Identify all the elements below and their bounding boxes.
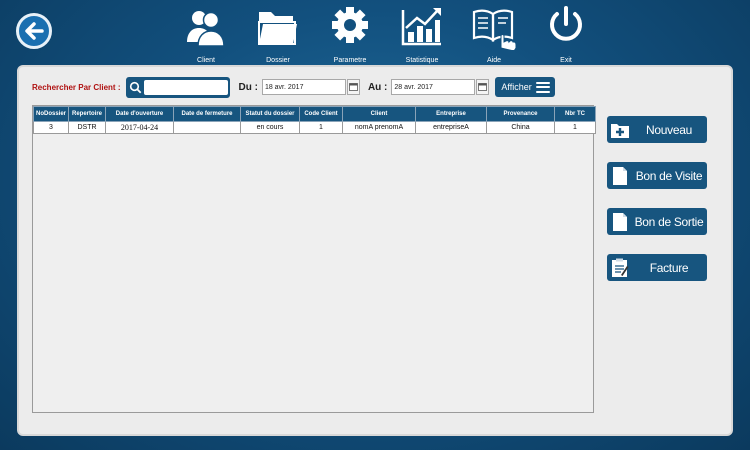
column-header[interactable]: Repertoire — [68, 106, 106, 122]
document-icon — [609, 210, 631, 234]
nav-dossier-label: Dossier — [266, 57, 290, 64]
table-cell: nomA prenomA — [342, 121, 416, 134]
column-header[interactable]: Nbr TC — [554, 106, 596, 122]
afficher-label: Afficher — [501, 82, 532, 92]
table-header-row: NoDossier Repertoire Date d'ouverture Da… — [33, 106, 596, 122]
search-box[interactable] — [126, 76, 231, 98]
nav-exit-label: Exit — [560, 57, 572, 64]
nav-aide[interactable]: Aide — [458, 4, 530, 64]
au-label: Au : — [367, 81, 388, 93]
table-cell: 1 — [554, 121, 596, 134]
search-icon — [129, 80, 142, 95]
afficher-button[interactable]: Afficher — [495, 77, 555, 97]
nav-exit[interactable]: Exit — [530, 4, 602, 64]
search-input[interactable] — [144, 79, 229, 95]
column-header[interactable]: Date de fermeture — [173, 106, 241, 122]
arrow-left-icon — [25, 22, 44, 40]
document-icon — [609, 164, 631, 188]
back-button[interactable] — [16, 13, 52, 49]
chart-icon — [401, 8, 441, 46]
nouveau-label: Nouveau — [646, 122, 692, 137]
bon-de-sortie-button[interactable]: Bon de Sortie — [607, 208, 707, 235]
column-header[interactable]: Provenance — [486, 106, 555, 122]
table-row[interactable]: 3 DSTR 2017-04-24 en cours 1 nomA prenom… — [33, 121, 596, 134]
facture-label: Facture — [649, 260, 689, 275]
gear-icon — [332, 7, 368, 43]
column-header[interactable]: Code Client — [299, 106, 343, 122]
power-icon — [550, 6, 582, 41]
column-header[interactable]: Client — [342, 106, 416, 122]
column-header[interactable]: Entreprise — [415, 106, 487, 122]
bon-de-sortie-label: Bon de Sortie — [634, 214, 704, 229]
table-cell: China — [486, 121, 555, 134]
du-label: Du : — [238, 81, 258, 93]
table-cell: 3 — [33, 121, 69, 134]
nav-statistique[interactable]: Statistique — [386, 4, 458, 64]
folder-icon — [258, 12, 297, 45]
column-header[interactable]: Statut du dossier — [240, 106, 300, 122]
nouveau-button[interactable]: Nouveau — [607, 116, 707, 143]
bon-de-visite-label: Bon de Visite — [635, 168, 703, 183]
search-client-label: Rechercher Par Client : — [32, 82, 121, 92]
invoice-clipboard-icon — [609, 256, 631, 280]
table-cell: 1 — [299, 121, 343, 134]
facture-button[interactable]: Facture — [607, 254, 707, 281]
folder-plus-icon — [609, 118, 631, 142]
du-date-field[interactable]: 18 avr. 2017 — [261, 79, 346, 95]
search-bar: Rechercher Par Client : Du : 18 avr. 201… — [32, 76, 555, 98]
table-cell: en cours — [240, 121, 300, 134]
column-header[interactable]: Date d'ouverture — [105, 106, 174, 122]
table-cell: DSTR — [68, 121, 106, 134]
bon-de-visite-button[interactable]: Bon de Visite — [607, 162, 707, 189]
nav-aide-label: Aide — [486, 57, 501, 64]
table-cell: 2017-04-24 — [105, 121, 174, 134]
table-cell: entrepriseA — [415, 121, 487, 134]
menu-bars-icon — [535, 81, 550, 93]
action-buttons: Nouveau Bon de Visite Bon de Sortie Fact… — [607, 116, 707, 300]
top-navigation: Client Dossier Parametre Statistique Aid… — [170, 4, 602, 64]
client-icon — [187, 11, 225, 47]
book-hand-icon — [472, 9, 517, 50]
nav-parametre-label: Parametre — [333, 57, 367, 64]
dossier-table: NoDossier Repertoire Date d'ouverture Da… — [32, 105, 596, 413]
calendar-icon — [349, 83, 358, 91]
calendar-icon — [478, 83, 488, 91]
au-date-field[interactable]: 28 avr. 2017 — [391, 79, 476, 95]
nav-client[interactable]: Client — [170, 4, 242, 64]
au-calendar-button[interactable] — [476, 79, 490, 95]
nav-dossier[interactable]: Dossier — [242, 4, 314, 64]
nav-statistique-label: Statistique — [405, 57, 439, 64]
du-calendar-button[interactable] — [346, 79, 360, 95]
main-panel: Rechercher Par Client : Du : 18 avr. 201… — [17, 65, 733, 436]
nav-client-label: Client — [197, 57, 215, 64]
nav-parametre[interactable]: Parametre — [314, 4, 386, 64]
column-header[interactable]: NoDossier — [33, 106, 69, 122]
table-cell — [173, 121, 241, 134]
